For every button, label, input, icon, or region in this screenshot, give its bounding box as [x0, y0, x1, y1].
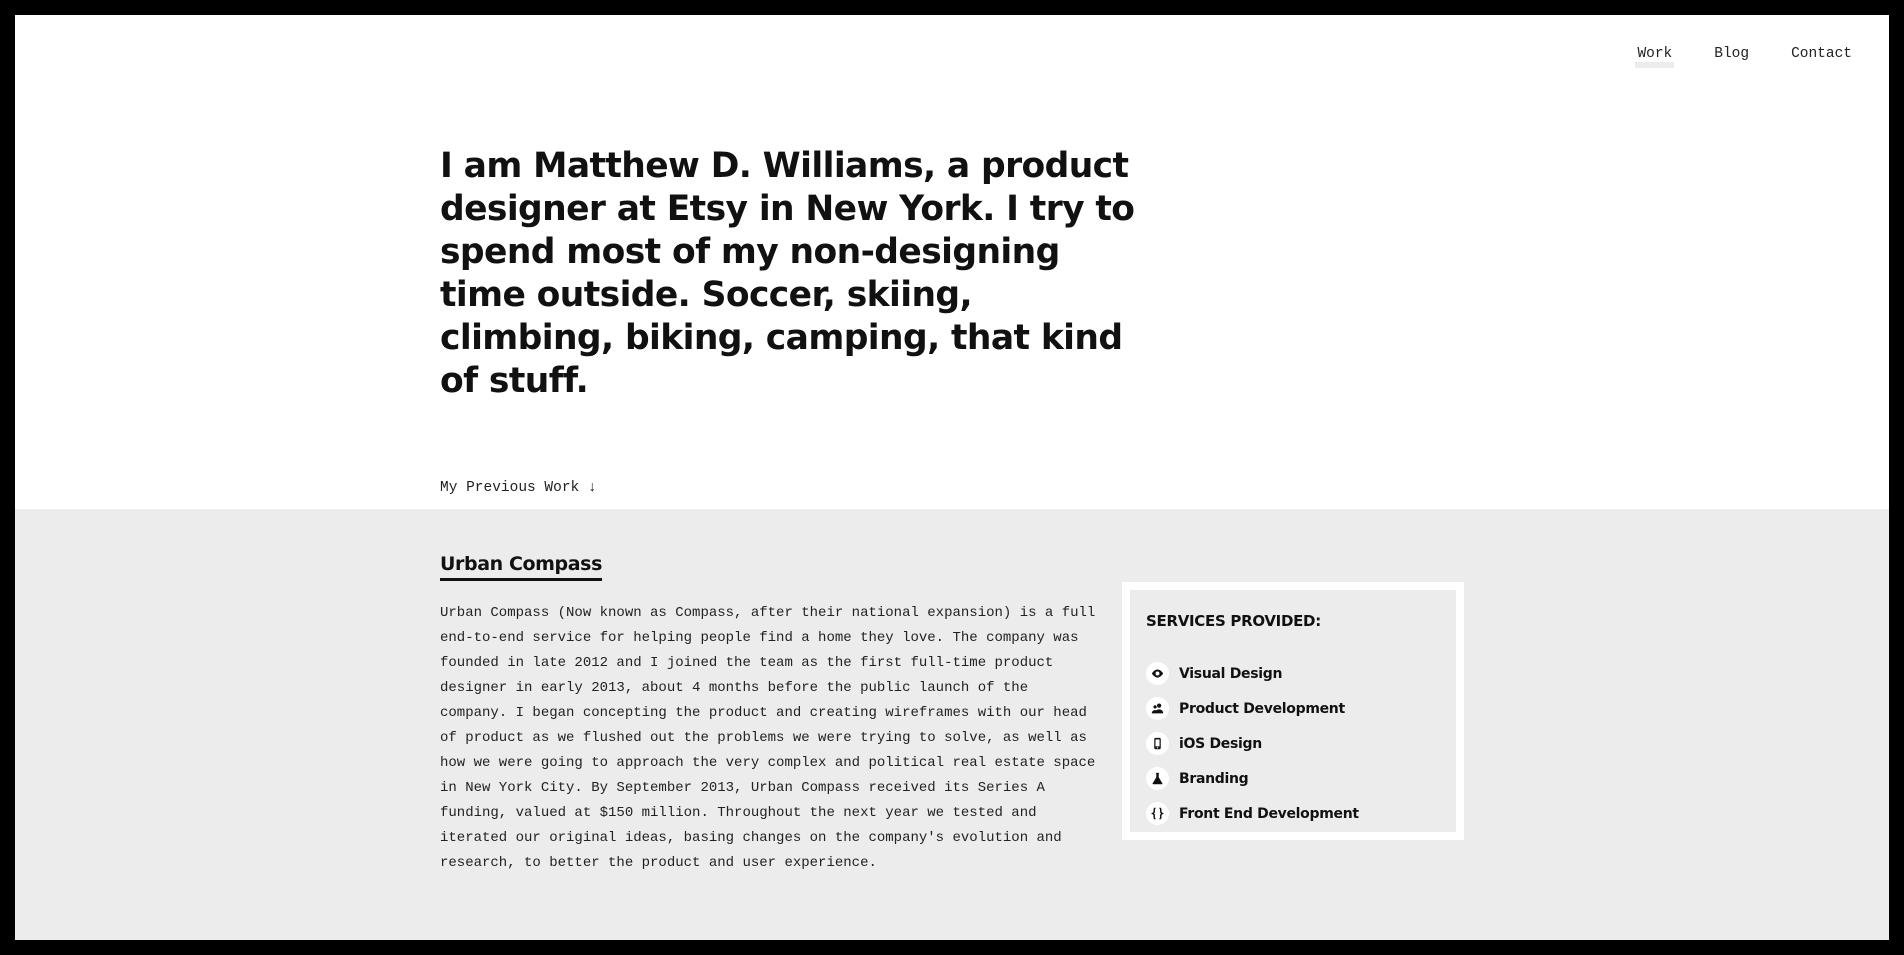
service-item: Product Development [1146, 691, 1359, 726]
service-item: iOS Design [1146, 726, 1359, 761]
flask-icon [1146, 767, 1169, 790]
service-label: Front End Development [1179, 805, 1359, 822]
project-section: Urban Compass Urban Compass (Now known a… [15, 509, 1889, 940]
eye-icon [1146, 662, 1169, 685]
services-panel: SERVICES PROVIDED: Visual Design Product… [1122, 582, 1464, 840]
services-list: Visual Design Product Development iOS De… [1146, 656, 1359, 831]
mobile-icon [1146, 732, 1169, 755]
page-frame: Work Blog Contact I am Matthew D. Willia… [15, 15, 1889, 940]
service-label: iOS Design [1179, 735, 1262, 752]
users-icon [1146, 697, 1169, 720]
services-heading: SERVICES PROVIDED: [1146, 612, 1321, 630]
code-braces-icon [1146, 802, 1169, 825]
hero-intro-text: I am Matthew D. Williams, a product desi… [440, 146, 1135, 401]
service-item: Branding [1146, 761, 1359, 796]
main-nav: Work Blog Contact [1635, 42, 1854, 68]
service-label: Visual Design [1179, 665, 1283, 682]
project-title-link[interactable]: Urban Compass [440, 553, 602, 581]
nav-work-link[interactable]: Work [1635, 42, 1675, 68]
nav-blog-link[interactable]: Blog [1712, 42, 1751, 68]
service-label: Product Development [1179, 700, 1345, 717]
service-item: Front End Development [1146, 796, 1359, 831]
previous-work-label: My Previous Work ↓ [440, 480, 597, 496]
service-label: Branding [1179, 770, 1249, 787]
nav-contact-link[interactable]: Contact [1789, 42, 1854, 68]
service-item: Visual Design [1146, 656, 1359, 691]
project-description: Urban Compass (Now known as Compass, aft… [440, 605, 1096, 871]
